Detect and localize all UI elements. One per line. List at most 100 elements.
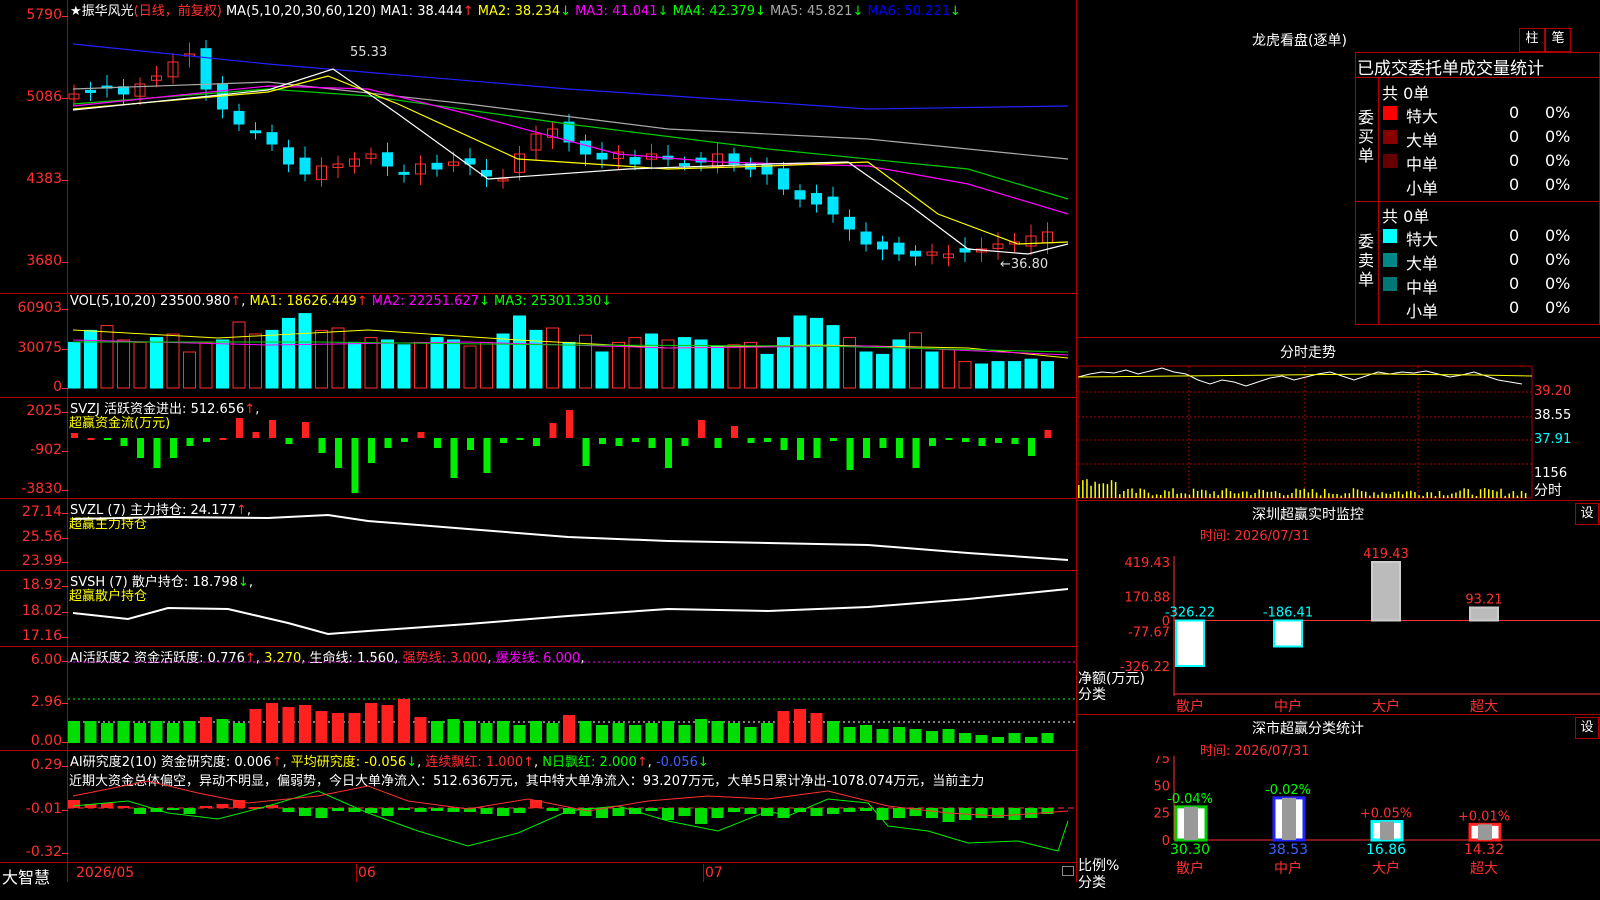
- activity-bar: [249, 709, 262, 743]
- activity-bar: [1025, 737, 1037, 743]
- money-flow-bar: [1011, 438, 1019, 444]
- intraday-volume-bar: [1278, 492, 1281, 498]
- y-tick-mark: [62, 562, 68, 563]
- monitor-x-label: 分类: [1078, 687, 1106, 703]
- volume-bar: [133, 341, 147, 389]
- volume-bar: [991, 361, 1005, 389]
- monitor-category-label: 大户: [1372, 698, 1400, 715]
- money-flow-bar: [516, 438, 524, 440]
- money-flow-bar: [582, 438, 590, 466]
- retail-holding-chart[interactable]: [68, 571, 1076, 646]
- money-flow-bar: [566, 410, 573, 438]
- activity-bar: [117, 721, 130, 743]
- intraday-volume-bar: [1262, 490, 1264, 498]
- research-bar: [546, 808, 559, 811]
- intraday-volume-bar: [1389, 494, 1392, 498]
- intraday-volume-bar: [1168, 491, 1170, 498]
- candlestick-chart[interactable]: 55.33 ←36.80: [68, 14, 1076, 293]
- money-flow-bar: [747, 438, 755, 443]
- order-percent: 0%: [1545, 298, 1571, 317]
- volume-bar: [282, 317, 295, 389]
- classify-bar-chart[interactable]: 7550250-0.04%30.30散户-0.02%38.53中户+0.05%1…: [1078, 756, 1600, 900]
- intraday-volume-bar: [1110, 480, 1113, 498]
- intraday-volume-bar: [1213, 491, 1215, 498]
- volume-bar: [183, 351, 196, 389]
- intraday-volume-bar: [1467, 489, 1469, 498]
- volume-bar: [232, 321, 246, 389]
- intraday-volume-bar: [1492, 489, 1494, 498]
- activity-bar: [150, 721, 163, 743]
- intraday-volume-bar: [1160, 494, 1162, 498]
- bar-view-button[interactable]: 柱: [1519, 28, 1545, 52]
- activity-bar: [200, 717, 212, 743]
- monitor-settings-button[interactable]: 设: [1575, 503, 1599, 525]
- buy-total: 共 0单: [1382, 84, 1430, 103]
- y-tick-label: -0.01: [25, 801, 62, 817]
- research-bar: [893, 808, 905, 818]
- volume-bar: [364, 337, 378, 389]
- activity-bar: [530, 721, 542, 743]
- money-flow-bar: [615, 438, 623, 446]
- money-flow-bar: [830, 438, 837, 441]
- money-flow-bar: [153, 438, 161, 468]
- activity-bar: [843, 727, 856, 743]
- money-flow-bar: [417, 432, 425, 438]
- intraday-volume-bar: [1254, 492, 1256, 498]
- y-tick-mark: [62, 490, 68, 491]
- classify-settings-button[interactable]: 设: [1575, 717, 1599, 739]
- monitor-bar-label: 93.21: [1465, 592, 1502, 607]
- intraday-volume-bar: [1237, 493, 1240, 498]
- money-flow-bar: [879, 438, 887, 448]
- y-tick-label: 25.56: [21, 529, 62, 545]
- volume-bar: [1041, 361, 1054, 389]
- intraday-chart[interactable]: 39.20 38.55 37.91 1156 分时: [1078, 362, 1600, 500]
- intraday-volume-bar: [1119, 494, 1121, 498]
- ai-research-chart[interactable]: [68, 751, 1076, 862]
- pen-view-button[interactable]: 笔: [1545, 28, 1571, 52]
- intraday-volume-bar: [1102, 483, 1105, 498]
- activity-bar: [728, 723, 740, 743]
- classify-category-label: 散户: [1176, 860, 1204, 877]
- money-flow-bar: [599, 438, 606, 444]
- candle: [844, 216, 855, 230]
- y-tick-label: 5790: [26, 7, 62, 23]
- intraday-volume-bar: [1365, 491, 1367, 498]
- volume-bar: [612, 341, 625, 389]
- money-flow-bar: [483, 438, 491, 473]
- y-tick-mark: [62, 180, 68, 181]
- money-flow-bar: [813, 438, 821, 458]
- legend-swatch: [1383, 277, 1397, 291]
- ai-active-chart[interactable]: [68, 647, 1076, 750]
- intraday-volume-bar: [1188, 494, 1191, 498]
- intraday-volume-bar: [1385, 493, 1387, 498]
- order-count: 0: [1509, 298, 1520, 317]
- research-bar: [860, 808, 872, 811]
- volume-bar: [925, 351, 939, 389]
- money-flow-bar: [236, 418, 243, 438]
- money-flow-chart[interactable]: [68, 398, 1076, 498]
- activity-bar: [744, 727, 757, 743]
- volume-chart[interactable]: [68, 300, 1076, 396]
- research-bar: [513, 808, 526, 813]
- money-flow-bar: [269, 420, 276, 438]
- y-tick-label: 3680: [26, 253, 62, 269]
- research-bar: [744, 808, 757, 814]
- monitor-title: 深圳超赢实时监控: [1252, 507, 1364, 523]
- volume-bar: [645, 333, 658, 389]
- activity-bar: [926, 731, 938, 743]
- lock-icon[interactable]: [1062, 866, 1074, 876]
- activity-bar: [282, 707, 295, 743]
- order-count: 0: [1509, 250, 1520, 269]
- money-flow-bar: [252, 432, 260, 438]
- activity-bar: [645, 723, 658, 743]
- volume-bar: [793, 315, 807, 389]
- intraday-volume-bar: [1196, 491, 1199, 498]
- x-axis-label-jun: 06: [358, 865, 376, 881]
- money-flow-bar: [533, 438, 540, 446]
- activity-bar: [662, 721, 674, 743]
- y-tick-mark: [62, 538, 68, 539]
- brand-logo: 大智慧: [2, 868, 51, 887]
- main-holding-chart[interactable]: [68, 499, 1076, 570]
- monitor-bar-chart[interactable]: 419.43170.880-77.67-326.22-326.22散户-186.…: [1078, 540, 1600, 715]
- order-percent: 0%: [1545, 250, 1571, 269]
